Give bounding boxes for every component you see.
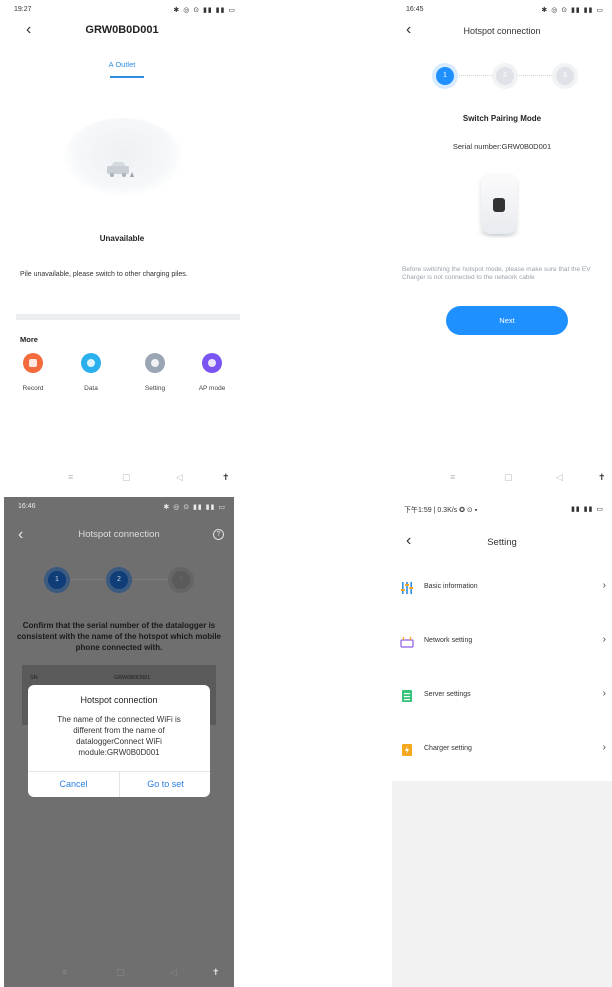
step-connector [514,75,556,76]
status-time: 16:46 [18,503,36,510]
sn-value: GRW0B0D001 [114,675,151,681]
pairing-note: Before switching the hotspot mode, pleas… [402,266,591,281]
system-nav-bar: ≡ ▢ ◁ ✝ [392,472,612,484]
page-title: GRW0B0D001 [85,24,159,36]
sn-label: SN [30,675,38,681]
accessibility-icon[interactable]: ✝ [598,472,606,483]
setting-label: Setting [144,385,166,392]
switch-pairing-screen: 16:45 ✱ ◎ ⊙ ▮▮ ▮▮ ▭ ‹ Hotspot connection… [392,0,612,490]
availability-status: Unavailable [99,234,145,243]
record-icon [23,353,43,373]
network-setting-label: Network setting [424,637,473,644]
hotspot-confirm-screen: 16:46 ✱ ◎ ⊙ ▮▮ ▮▮ ▭ ‹ Hotspot connection… [4,497,234,987]
chevron-right-icon: › [602,742,606,753]
go-to-set-button[interactable]: Go to set [120,771,211,797]
accessibility-icon[interactable]: ✝ [212,967,220,978]
unavailable-illustration [64,118,182,196]
dialog-title: Hotspot connection [80,695,158,705]
setting-screen: 下午1:59 | 0.3K/s ✪ ⊙ ▪ ▮▮ ▮▮ ▭ ‹ Setting … [392,497,612,987]
menu-nav-icon[interactable]: ≡ [450,472,455,482]
network-setting-row[interactable]: Network setting › [400,619,612,673]
server-settings-row[interactable]: Server settings › [400,673,612,727]
server-icon [402,690,412,702]
confirm-instruction: Confirm that the serial number of the da… [16,621,221,652]
next-button[interactable]: Next [446,306,568,335]
chevron-right-icon: › [602,580,606,591]
status-bar: 16:45 ✱ ◎ ⊙ ▮▮ ▮▮ ▭ [392,6,612,18]
cancel-button[interactable]: Cancel [28,771,119,797]
charger-detail-screen: 19:27 ✱ ◎ ⊙ ▮▮ ▮▮ ▭ ‹ GRW0B0D001 A Outle… [0,0,244,490]
ev-charger-illustration [481,174,517,234]
server-settings-label: Server settings [424,691,471,698]
chevron-right-icon: › [602,688,606,699]
back-nav-icon[interactable]: ◁ [556,472,563,483]
status-bar: 下午1:59 | 0.3K/s ✪ ⊙ ▪ ▮▮ ▮▮ ▭ [392,505,612,517]
data-label: Data [84,385,98,392]
router-icon [400,636,414,648]
accessibility-icon[interactable]: ✝ [222,472,230,483]
ap-mode-label: AP mode [198,385,226,392]
chevron-right-icon: › [602,634,606,645]
tab-underline [110,76,144,78]
page-title: Hotspot connection [463,26,541,36]
charger-setting-label: Charger setting [424,745,472,752]
screenshot-collage: 19:27 ✱ ◎ ⊙ ▮▮ ▮▮ ▭ ‹ GRW0B0D001 A Outle… [0,0,612,987]
hotspot-dialog: Hotspot connection The name of the conne… [28,685,210,797]
menu-nav-icon[interactable]: ≡ [62,967,67,977]
system-nav-bar: ≡ ▢ ◁ ✝ [4,967,234,979]
charger-icon [402,744,412,756]
pairing-heading: Switch Pairing Mode [462,114,542,123]
status-icons: ✱ ◎ ⊙ ▮▮ ▮▮ ▭ [541,7,604,14]
back-nav-icon[interactable]: ◁ [170,967,177,978]
step-3-indicator: 3 [556,67,574,85]
setting-button[interactable]: Setting [137,353,173,392]
gear-icon [145,353,165,373]
step-connector [128,579,170,580]
charger-setting-row[interactable]: Charger setting › [400,727,612,781]
step-connector [66,579,108,580]
home-nav-icon[interactable]: ▢ [122,472,131,483]
step-1-indicator: 1 [48,571,66,589]
status-time: 19:27 [14,6,32,13]
status-bar: 16:46 ✱ ◎ ⊙ ▮▮ ▮▮ ▭ [4,503,234,515]
car-warning-icon [107,162,134,177]
sliders-icon [400,582,414,594]
ap-mode-icon [202,353,222,373]
home-nav-icon[interactable]: ▢ [116,967,125,978]
record-button[interactable]: Record [15,353,51,392]
basic-information-row[interactable]: Basic information › [400,565,612,619]
menu-nav-icon[interactable]: ≡ [68,472,73,482]
step-1-indicator: 1 [436,67,454,85]
step-2-indicator: 2 [496,67,514,85]
system-nav-bar: ≡ ▢ ◁ ✝ [0,472,244,484]
step-3-indicator: 3 [172,571,190,589]
basic-information-label: Basic information [424,583,478,590]
ap-mode-button[interactable]: AP mode [194,353,230,392]
empty-area [392,781,612,987]
status-bar: 19:27 ✱ ◎ ⊙ ▮▮ ▮▮ ▭ [0,6,244,18]
status-time: 16:45 [406,6,424,13]
data-icon [81,353,101,373]
section-divider [16,314,240,320]
back-nav-icon[interactable]: ◁ [176,472,183,483]
data-button[interactable]: Data [73,353,109,392]
home-nav-icon[interactable]: ▢ [504,472,513,483]
record-label: Record [22,385,44,392]
tab-a-outlet[interactable]: A Outlet [0,60,244,69]
page-title: Setting [487,537,517,548]
step-2-indicator: 2 [110,571,128,589]
more-heading: More [20,335,38,344]
status-icons: ▮▮ ▮▮ ▭ [571,506,604,513]
unavailable-message: Pile unavailable, please switch to other… [20,271,188,278]
status-icons: ✱ ◎ ⊙ ▮▮ ▮▮ ▭ [173,7,236,14]
status-icons: ✱ ◎ ⊙ ▮▮ ▮▮ ▭ [163,504,226,511]
page-title: Hotspot connection [78,529,160,540]
serial-number: Serial number:GRW0B0D001 [452,142,552,151]
step-connector [454,75,496,76]
help-icon[interactable]: ? [213,529,224,540]
status-time: 下午1:59 | 0.3K/s ✪ ⊙ ▪ [404,507,478,514]
dialog-message: The name of the connected WiFi is differ… [57,715,181,757]
